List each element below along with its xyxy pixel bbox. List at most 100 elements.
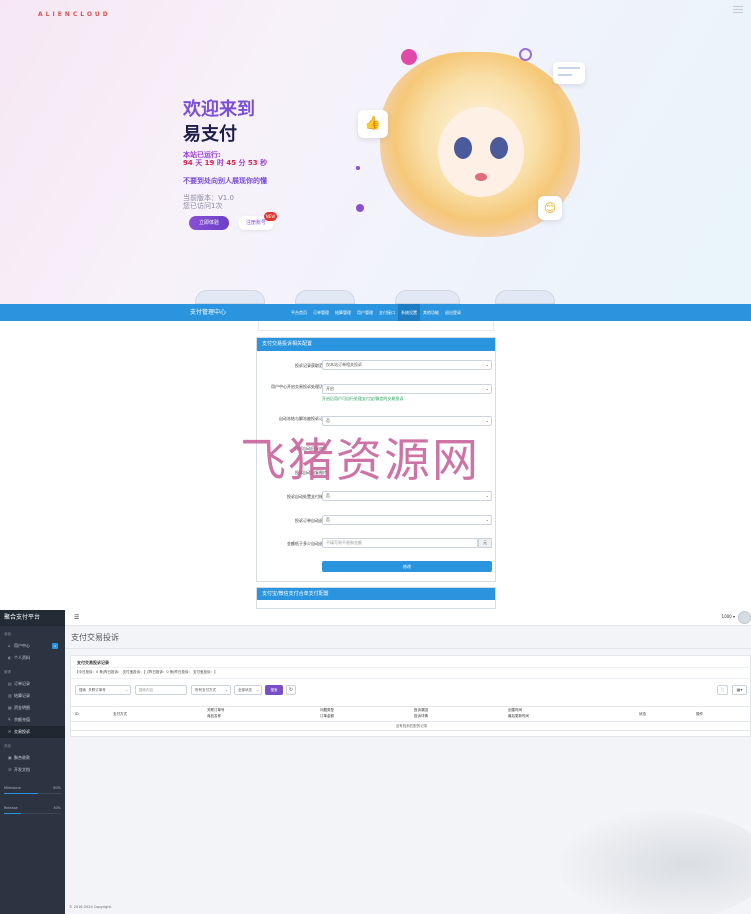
select-value: 否	[326, 418, 330, 423]
paytype-select[interactable]: 所有支付方式 ⌄	[191, 685, 231, 695]
release-progress: Release 30%	[0, 802, 65, 814]
copyright-footer: © 2016-2024 Copyright.	[69, 905, 113, 909]
hamburger-menu-icon[interactable]	[733, 4, 743, 15]
purple-dot-icon	[356, 204, 364, 212]
nav-system-settings[interactable]: 系统设置	[398, 304, 420, 321]
nav-orders[interactable]: 订单管理	[310, 304, 332, 321]
divider	[65, 648, 751, 649]
select-value: 否	[326, 493, 330, 498]
nav-home[interactable]: 平台首页	[288, 304, 310, 321]
auto-handle-account-select[interactable]: 否 ⌄	[322, 491, 492, 501]
hero-welcome: 欢迎来到	[183, 99, 255, 120]
search-button[interactable]: 搜索	[265, 685, 283, 695]
watermark-text: 飞猪资源网	[240, 433, 480, 487]
dashboard-brand[interactable]: 聚合支付平台	[0, 610, 65, 626]
experience-button[interactable]: 立即体验	[189, 216, 229, 230]
row-label: 金额低于多少自动退款	[287, 541, 327, 546]
ring-icon	[519, 48, 532, 61]
empty-table-message: 没有找到匹配的记录	[71, 722, 751, 731]
row-label: 用户中心开启交易投诉处理功能	[271, 384, 327, 389]
keyword-input[interactable]: 搜索内容	[135, 685, 187, 695]
chevron-down-icon: ⌄	[485, 386, 489, 391]
progress-label: Milestone	[4, 786, 21, 790]
nav-users[interactable]: 用户管理	[354, 304, 376, 321]
sidebar-item-recharge[interactable]: ¥ 余额充值	[0, 714, 65, 726]
sidebar-item-complaints[interactable]: ✉ 交易投诉	[0, 726, 65, 738]
landing-hero: ALIENCLOUD 欢迎来到 易支付 本站已运行: 94 天 19 时 45 …	[0, 0, 751, 304]
sidebar-item-orders[interactable]: ▤ 订单记录	[0, 678, 65, 690]
table-header: ID 支付方式 关联订单号 商品名称 问题类型 订单金额 投诉原因 投诉详情 创…	[71, 706, 751, 722]
auto-refund-select[interactable]: 否 ⌄	[322, 515, 492, 525]
sidebar-item-settlements[interactable]: ▥ 结算记录	[0, 690, 65, 702]
milestone-progress: Milestone 60%	[0, 782, 65, 794]
sidebar-item-label: 资金明细	[14, 705, 30, 710]
col-created: 创建时间	[508, 708, 522, 712]
sidebar-item-label: 交易投诉	[14, 729, 30, 734]
user-dashboard: 聚合支付平台 面板 ⌂ 用户中心 1 ◐ 个人资料 管理 ▤ 订单记录 ▥ 结算记录 ▦ 资…	[0, 610, 751, 914]
hero-title: 易支付	[183, 124, 237, 145]
sidebar-section-overview: 面板	[4, 632, 11, 636]
uptime-hours: 19	[204, 159, 215, 167]
complaint-scope-select[interactable]: 仅本站订单相关投诉 ⌄	[322, 360, 492, 370]
refresh-icon[interactable]: ↻	[286, 685, 296, 695]
unit-day: 天	[195, 159, 203, 167]
sidebar-section-manage: 管理	[4, 670, 11, 674]
sidebar-item-label: 订单记录	[14, 681, 30, 686]
divider	[71, 667, 751, 668]
site-logo[interactable]: ALIENCLOUD	[38, 11, 111, 18]
avatar[interactable]	[738, 611, 751, 624]
chevron-down-icon: ⌄	[225, 688, 228, 692]
sidebar-item-funds[interactable]: ▦ 资金明细	[0, 702, 65, 714]
progress-percent: 60%	[53, 786, 61, 790]
user-complaint-select[interactable]: 开启 ⌄	[322, 384, 492, 394]
col-reason: 投诉原因	[414, 708, 428, 712]
sidebar-item-label: 用户中心	[14, 643, 30, 648]
sidebar-item-user-center[interactable]: ⌂ 用户中心 1	[0, 640, 65, 652]
search-label: 搜索	[79, 688, 86, 692]
sidebar-item-profile[interactable]: ◐ 个人资料	[0, 652, 65, 664]
admin-brand[interactable]: 支付管理中心	[190, 304, 226, 321]
menu-toggle-icon[interactable]: ☰	[74, 614, 79, 621]
uptime-seconds: 53	[247, 159, 258, 167]
nav-other[interactable]: 其他功能	[420, 304, 442, 321]
sidebar-item-docs[interactable]: ☰ 开发文档	[0, 764, 65, 776]
col-id: ID	[75, 712, 79, 716]
thumbs-up-icon: 👍	[358, 110, 388, 138]
uptime-minutes: 45	[226, 159, 236, 167]
count-badge: 1	[52, 643, 58, 649]
nav-settlements[interactable]: 结算管理	[332, 304, 354, 321]
panel-title: 支付交易投诉相关配置	[257, 338, 495, 351]
save-button[interactable]: 修改	[322, 561, 492, 572]
dashboard-topbar	[65, 610, 751, 626]
uptime-days: 94	[183, 159, 193, 167]
eye-right	[490, 137, 508, 159]
fullscreen-icon[interactable]: ⛶	[717, 685, 728, 695]
background-decoration	[560, 810, 751, 914]
message-card-icon	[553, 62, 585, 84]
row-hint: 开启后用户可自行处理支付宝/微信的交易投诉	[322, 396, 404, 401]
hero-slogan: 不要到处向别人展现你的懂	[183, 177, 267, 185]
complaint-stats: 【今日投诉：0 条|昨日投诉： 支付宝投诉：】【昨日投诉：0 条|昨日投诉： 支…	[75, 670, 218, 674]
unit-minute: 分	[238, 159, 246, 167]
status-select[interactable]: 全部状态 ⌄	[234, 685, 262, 695]
select-value: 关联订单号	[88, 688, 106, 692]
chevron-down-icon: ⌄	[485, 493, 489, 498]
visit-count: 您已访问1次	[183, 202, 223, 210]
sidebar-item-qrpay[interactable]: ▣ 聚合收款	[0, 752, 65, 764]
progress-label: Release	[4, 806, 18, 810]
col-amount: 订单金额	[320, 714, 334, 718]
merge-pay-config-panel: 支付宝/微信支付合单支付配置	[256, 587, 496, 609]
nav-logout[interactable]: 退出登录	[442, 304, 464, 321]
select-value: 仅本站订单相关投诉	[326, 362, 362, 367]
cloud-decoration	[195, 290, 565, 304]
nav-payment-api[interactable]: 支付接口	[376, 304, 398, 321]
refund-amount-input[interactable]: 不填写则不限制金额	[322, 538, 478, 548]
col-actions: 操作	[696, 712, 703, 716]
eye-left	[454, 137, 472, 159]
row-label: 投诉订单自动退款	[295, 518, 327, 523]
columns-icon[interactable]: ▦▾	[732, 685, 747, 695]
search-field-select[interactable]: 搜索 关联订单号 ⌄	[75, 685, 131, 695]
select-value: 否	[326, 517, 330, 522]
sidebar-item-label: 聚合收款	[14, 755, 30, 760]
user-menu[interactable]: 1000 ▾	[722, 614, 735, 619]
